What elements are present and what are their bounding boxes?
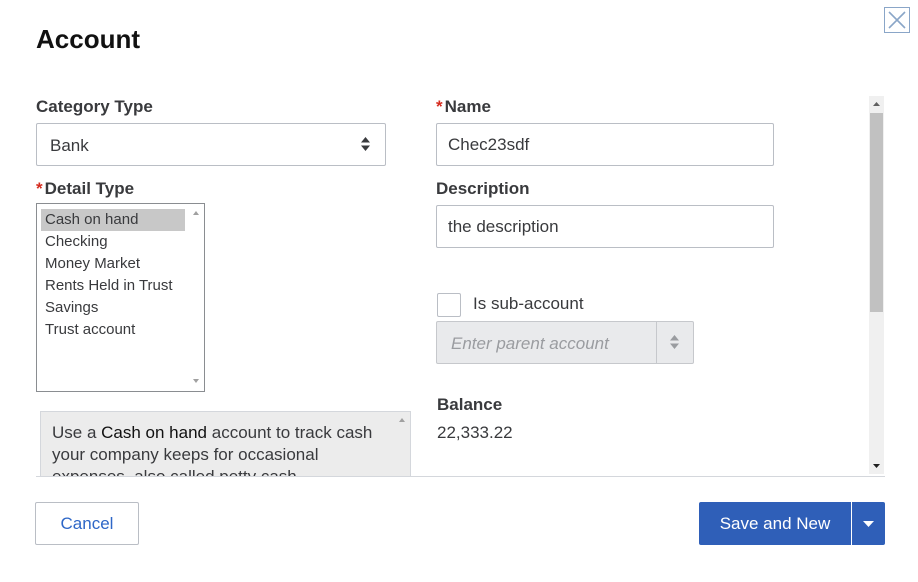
save-and-new-button[interactable]: Save and New [699,502,851,545]
close-icon [888,11,906,29]
detail-type-option[interactable]: Trust account [41,319,185,341]
balance-value: 22,333.22 [437,423,513,442]
required-marker: * [436,97,443,116]
parent-account-placeholder: Enter parent account [451,334,609,353]
detail-type-option[interactable]: Cash on hand [41,209,185,231]
scroll-up-icon[interactable] [397,416,407,424]
balance-label: Balance [437,395,503,414]
name-label: * Name [436,97,491,117]
detail-type-option[interactable]: Rents Held in Trust [41,275,185,297]
close-button[interactable] [884,7,910,33]
detail-type-option[interactable]: Money Market [41,253,185,275]
help-text: Use a Cash on hand account to track cash… [52,422,387,477]
name-label-text: Name [444,97,491,116]
scroll-up-icon[interactable] [871,100,882,108]
sub-account-label: Is sub-account [473,294,584,313]
detail-type-option[interactable]: Savings [41,297,185,319]
dropdown-caret-icon [863,521,874,527]
combo-divider [656,322,657,363]
save-options-dropdown[interactable] [852,502,885,545]
detail-type-label: * Detail Type [36,179,134,199]
footer-divider [36,476,885,477]
detail-type-listbox[interactable]: Cash on hand Checking Money Market Rents… [36,203,205,392]
scroll-down-icon[interactable] [871,462,882,470]
help-text-prefix: Use a [52,423,102,442]
cancel-button[interactable]: Cancel [35,502,139,545]
form-scrollbar[interactable] [869,96,884,474]
select-arrows-icon [360,136,371,157]
detail-type-option[interactable]: Checking [41,231,185,253]
category-type-select[interactable]: Bank [36,123,386,166]
category-type-value: Bank [50,136,89,155]
sub-account-checkbox[interactable] [437,293,461,317]
select-arrows-icon[interactable] [669,334,680,355]
category-type-label: Category Type [36,97,153,116]
help-text-highlight: Cash on hand [101,423,208,442]
dialog-title: Account [36,24,140,54]
required-marker: * [36,179,43,198]
detail-type-label-text: Detail Type [44,179,135,198]
scroll-down-icon[interactable] [190,376,202,386]
parent-account-combo[interactable]: Enter parent account [436,321,694,364]
scrollbar-thumb[interactable] [870,113,883,312]
description-input[interactable] [436,205,774,248]
description-label: Description [436,179,530,198]
scroll-up-icon[interactable] [190,208,202,218]
name-input[interactable] [436,123,774,166]
detail-type-help: Use a Cash on hand account to track cash… [40,411,411,477]
